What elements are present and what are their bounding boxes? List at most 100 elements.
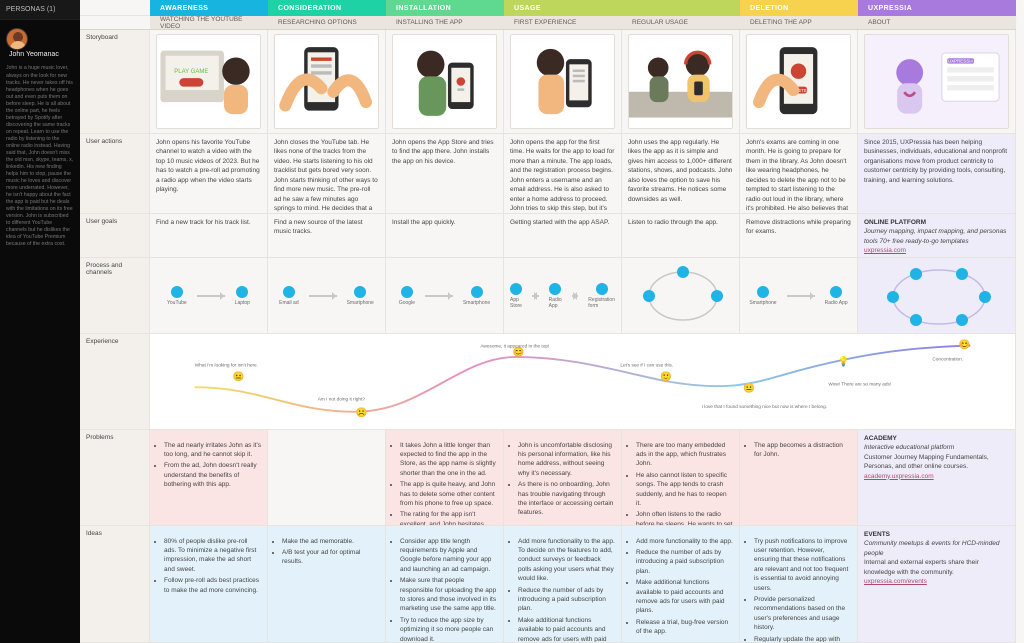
list-item: 80% of people dislike pre-roll ads. To m… [164, 537, 261, 575]
ug-6[interactable]: Remove distractions while preparing for … [740, 214, 858, 258]
ua-1[interactable]: John opens his favorite YouTube channel … [150, 134, 268, 214]
svg-text:😊: 😊 [959, 338, 971, 350]
substage-3[interactable]: INSTALLING THE APP [386, 16, 504, 30]
storyboard-7: UXPRESSIA [858, 30, 1016, 134]
id-4[interactable]: Add more functionality to the app. To de… [504, 526, 622, 643]
pb-7: ACADEMY Interactive educational platform… [858, 430, 1016, 526]
storyboard-1: PLAY GAME [150, 30, 268, 134]
id-5[interactable]: Add more functionality to the app. Reduce… [622, 526, 740, 643]
node-radio2[interactable]: Radio App [825, 286, 848, 306]
app-root: PERSONAS (1) John Yeomanac John is a hug… [0, 0, 1024, 643]
ug-4[interactable]: Getting started with the app ASAP. [504, 214, 622, 258]
blank-corner [80, 0, 150, 16]
pb-6[interactable]: The app becomes a distraction for John. [740, 430, 858, 526]
substage-1[interactable]: WATCHING THE YOUTUBE VIDEO [150, 16, 268, 30]
substage-6[interactable]: DELETING THE APP [740, 16, 858, 30]
id-3[interactable]: Consider app title length requirements b… [386, 526, 504, 643]
storyboard-6: DELETE [740, 30, 858, 134]
svg-text:💡: 💡 [838, 355, 850, 367]
list-item: Follow pre-roll ads best practices to ma… [164, 576, 261, 595]
id-6[interactable]: Try push notifications to improve user r… [740, 526, 858, 643]
node-google[interactable]: Google [399, 286, 415, 306]
id-1[interactable]: 80% of people dislike pre-roll ads. To m… [150, 526, 268, 643]
stage-installation[interactable]: INSTALLATION [386, 0, 504, 16]
id7-sub: Community meetups & events for HCD-minde… [864, 539, 1009, 558]
pc-1: YouTube Laptop [150, 258, 268, 334]
node-smartphone[interactable]: Smartphone [347, 286, 374, 306]
ua-2[interactable]: John closes the YouTube tab. He likes no… [268, 134, 386, 214]
list-item: It takes John a little longer than expec… [400, 441, 497, 479]
pb-3[interactable]: It takes John a little longer than expec… [386, 430, 504, 526]
sidebar: PERSONAS (1) John Yeomanac John is a hug… [0, 0, 80, 643]
pb-1[interactable]: The ad nearly irritates John as it's too… [150, 430, 268, 526]
rowlabel-user-goals: User goals [80, 214, 150, 258]
svg-text:Let's see if I can use this.: Let's see if I can use this. [620, 362, 673, 368]
node-smartphone2[interactable]: Smartphone [463, 286, 490, 306]
journey-grid: AWARENESS CONSIDERATION INSTALLATION USA… [80, 0, 1024, 643]
arrow-icon [197, 295, 225, 297]
node-reg[interactable]: Registration form [588, 283, 615, 309]
sidebar-panel-title: PERSONAS (1) [0, 0, 80, 20]
list-item: Add more functionality to the app. [636, 537, 733, 546]
experience-lane: 😐 ☹️ 😊 🙂 😐 💡 😊 What I'm looking for isn'… [150, 334, 1016, 430]
ug7-title: ONLINE PLATFORM [864, 218, 1009, 227]
biarrow-icon [572, 295, 579, 297]
list-item: John often listens to the radio before h… [636, 510, 733, 526]
substage-5[interactable]: REGULAR USAGE [622, 16, 740, 30]
rowlabel-experience: Experience [80, 334, 150, 430]
list-item: The ad nearly irritates John as it's too… [164, 441, 261, 460]
node-youtube[interactable]: YouTube [167, 286, 187, 306]
pc-2: Email ad Smartphone [268, 258, 386, 334]
svg-text:😐: 😐 [233, 371, 245, 383]
list-item: Consider app title length requirements b… [400, 537, 497, 575]
stage-consideration[interactable]: CONSIDERATION [268, 0, 386, 16]
list-item: Reduce the number of ads by introducing … [636, 548, 733, 576]
ua-5[interactable]: John uses the app regularly. He likes th… [622, 134, 740, 214]
uxp-network-icon [864, 262, 1014, 332]
stage-uxpressia[interactable]: UXPRESSIA [858, 0, 1016, 16]
list-item: Reduce the number of ads by introducing … [518, 586, 615, 614]
ua-4[interactable]: John opens the app for the first time. H… [504, 134, 622, 214]
svg-text:Wow! There are so many ads!: Wow! There are so many ads! [828, 381, 891, 387]
pc-7: Friend work UXPressia Email [858, 258, 1016, 334]
node-radio[interactable]: Radio App [549, 283, 562, 309]
substage-2[interactable]: RESEARCHING OPTIONS [268, 16, 386, 30]
stage-usage[interactable]: USAGE [504, 0, 740, 16]
stage-deletion[interactable]: DELETION [740, 0, 858, 16]
ug7-link[interactable]: uxpressia.com [864, 247, 906, 254]
svg-text:Concentration.: Concentration. [932, 357, 963, 363]
id-2[interactable]: Make the ad memorable.A/B test your ad f… [268, 526, 386, 643]
id7-link[interactable]: uxpressia.com/events [864, 578, 927, 585]
persona-description: John is a huge music lover, always on th… [6, 65, 74, 247]
node-emailad[interactable]: Email ad [279, 286, 298, 306]
pb-2[interactable] [268, 430, 386, 526]
pc-4: App Store Radio App Registration form [504, 258, 622, 334]
pb-5[interactable]: There are too many embedded ads in the a… [622, 430, 740, 526]
ug-2[interactable]: Find a new source of the latest music tr… [268, 214, 386, 258]
list-item: Make sure that people responsible for up… [400, 576, 497, 614]
experience-curve: 😐 ☹️ 😊 🙂 😐 💡 😊 What I'm looking for isn'… [156, 338, 1009, 425]
pb7-title: ACADEMY [864, 434, 1009, 443]
biarrow-icon [532, 295, 539, 297]
pb7-link[interactable]: academy.uxpressia.com [864, 473, 934, 480]
ug-1[interactable]: Find a new track for his track list. [150, 214, 268, 258]
pb-4[interactable]: John is uncomfortable disclosing his per… [504, 430, 622, 526]
svg-text:UXPRESSIA: UXPRESSIA [948, 59, 974, 64]
stage-awareness[interactable]: AWARENESS [150, 0, 268, 16]
arrow-icon [309, 295, 337, 297]
node-smartphone3[interactable]: Smartphone [749, 286, 776, 306]
sidebar-persona[interactable]: John Yeomanac John is a huge music lover… [0, 20, 80, 256]
ug-5[interactable]: Listen to radio through the app. [622, 214, 740, 258]
list-item: Add more functionality to the app. To de… [518, 537, 615, 584]
ug-3[interactable]: Install the app quickly. [386, 214, 504, 258]
list-item: Release a trial, bug-free version of the… [636, 618, 733, 637]
storyboard-4 [504, 30, 622, 134]
ua-3[interactable]: John opens the App Store and tries to fi… [386, 134, 504, 214]
node-appstore[interactable]: App Store [510, 283, 522, 309]
node-laptop[interactable]: Laptop [235, 286, 250, 306]
ua-6[interactable]: John's exams are coming in one month. He… [740, 134, 858, 214]
substage-4[interactable]: FIRST EXPERIENCE [504, 16, 622, 30]
substage-7[interactable]: ABOUT [858, 16, 1016, 30]
list-item: Make additional functions available to p… [518, 616, 615, 643]
svg-text:😐: 😐 [743, 382, 755, 394]
